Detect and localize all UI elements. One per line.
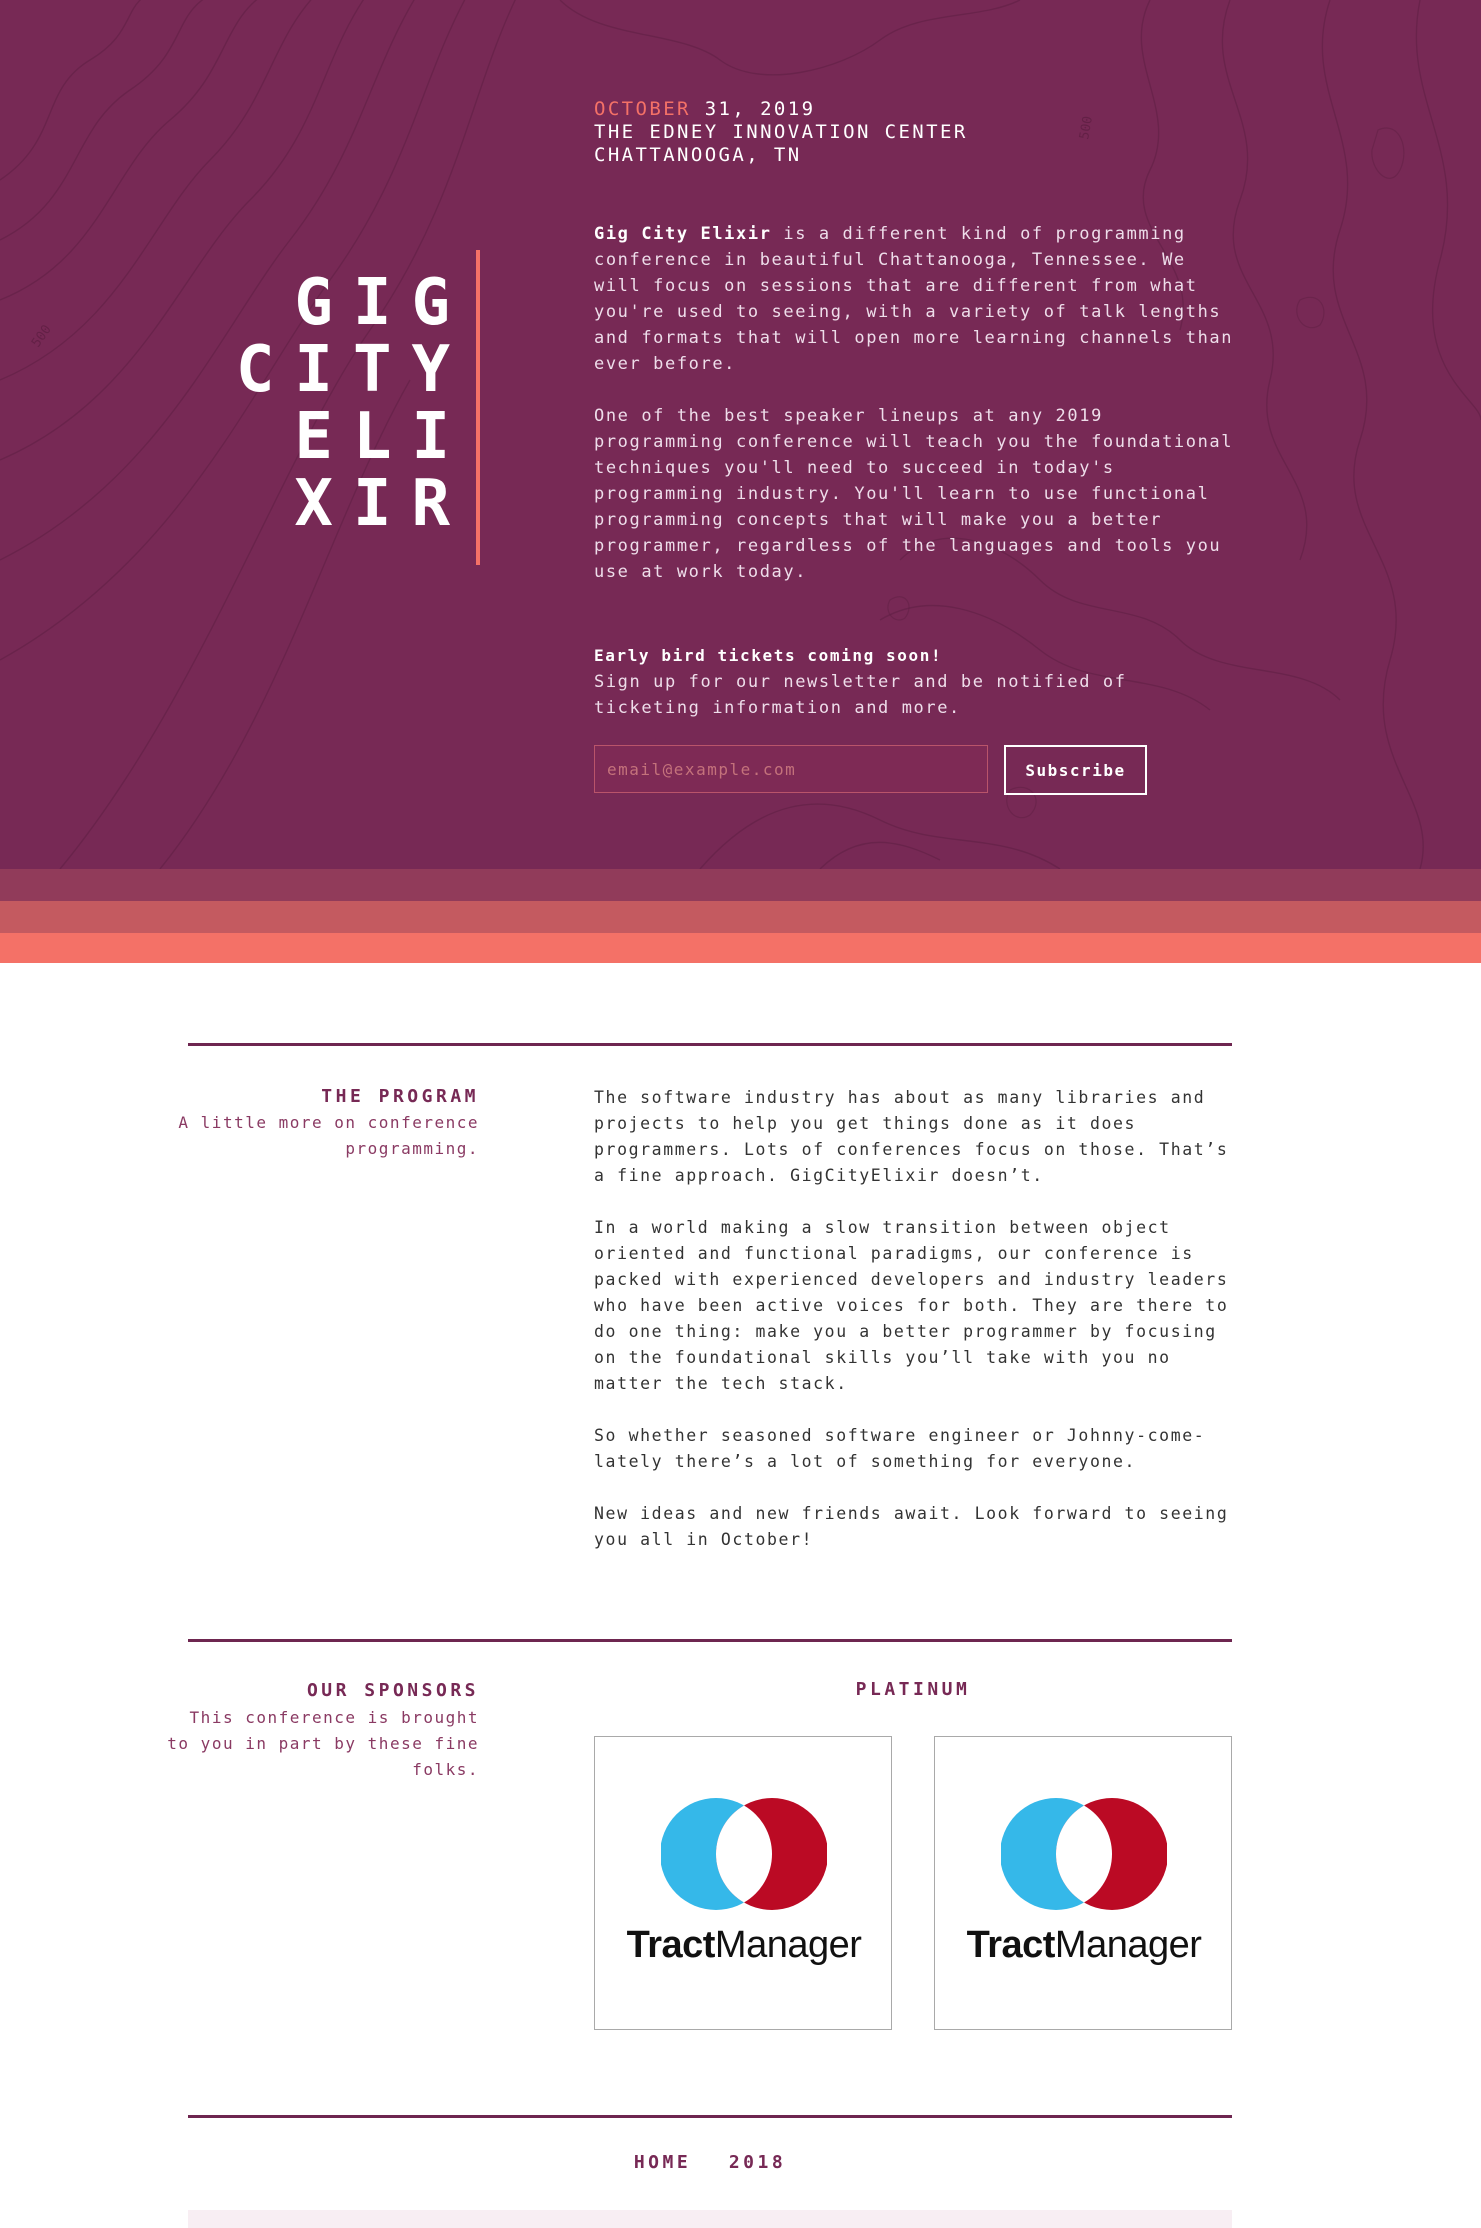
program-paragraph: So whether seasoned software engineer or… — [594, 1426, 1206, 1471]
section-divider — [188, 1639, 1232, 1642]
program-paragraph: New ideas and new friends await. Look fo… — [594, 1504, 1229, 1549]
speaker-paragraph: One of the best speaker lineups at any 2… — [594, 406, 1234, 582]
event-date: OCTOBER 31, 2019 — [594, 97, 815, 121]
footer-link-2018[interactable]: 2018 — [729, 2152, 786, 2173]
sponsor-tier-label: PLATINUM — [855, 1679, 971, 1700]
logo-line: CITY — [235, 333, 470, 407]
footer-link-home[interactable]: HOME — [634, 2152, 691, 2173]
intro-text: is a different kind of programming confe… — [594, 224, 1234, 374]
sponsor-card[interactable]: TractManager — [934, 1736, 1232, 2030]
sponsor-name: TractManager — [966, 1924, 1202, 1966]
section-divider — [188, 2115, 1232, 2118]
sponsor-logo-icon — [661, 1798, 827, 1910]
sponsor-card[interactable]: TractManager — [594, 1736, 892, 2030]
early-bird-heading: Early bird tickets coming soon! — [594, 646, 943, 665]
sponsor-name: TractManager — [626, 1924, 862, 1966]
footer-nav: HOME 2018 — [188, 2152, 1232, 2173]
date-day-year: 31, 2019 — [690, 98, 816, 120]
decorative-stripe — [0, 933, 1481, 963]
site-logo[interactable]: GIG CITY ELI XIR — [190, 270, 450, 538]
intro-name: Gig City Elixir — [594, 224, 772, 244]
program-paragraph: In a world making a slow transition betw… — [594, 1218, 1229, 1393]
event-venue: THE EDNEY INNOVATION CENTER CHATTANOOGA,… — [594, 121, 968, 167]
section-divider — [188, 1043, 1232, 1046]
date-month: OCTOBER — [594, 98, 691, 120]
venue-city: CHATTANOOGA, TN — [594, 144, 802, 166]
logo-line: GIG — [294, 266, 470, 340]
sponsor-logo-icon — [1001, 1798, 1167, 1910]
decorative-stripe — [0, 869, 1481, 901]
decorative-stripe — [0, 901, 1481, 933]
hero-section: 500 500 GIG CITY ELI XIR OCTOBER 31, 201… — [0, 0, 1481, 869]
program-title: THE PROGRAM — [321, 1086, 479, 1107]
intro-paragraph: Gig City Elixir is a different kind of p… — [594, 221, 1234, 377]
subscribe-button[interactable]: Subscribe — [1004, 745, 1147, 795]
program-subtitle: A little more on conference programming. — [178, 1113, 479, 1158]
sponsors-subtitle: This conference is brought to you in par… — [167, 1708, 479, 1779]
logo-line: XIR — [294, 467, 470, 541]
logo-divider — [476, 250, 480, 565]
contour-label: 500 — [1077, 115, 1096, 141]
contour-label: 500 — [29, 322, 55, 350]
program-paragraph: The software industry has about as many … — [594, 1088, 1229, 1185]
email-input[interactable] — [594, 745, 988, 793]
footer-band — [188, 2210, 1232, 2228]
newsletter-text: Sign up for our newsletter and be notifi… — [594, 672, 1127, 718]
venue-name: THE EDNEY INNOVATION CENTER — [594, 121, 968, 143]
logo-line: ELI — [294, 400, 470, 474]
sponsors-title: OUR SPONSORS — [306, 1680, 479, 1701]
